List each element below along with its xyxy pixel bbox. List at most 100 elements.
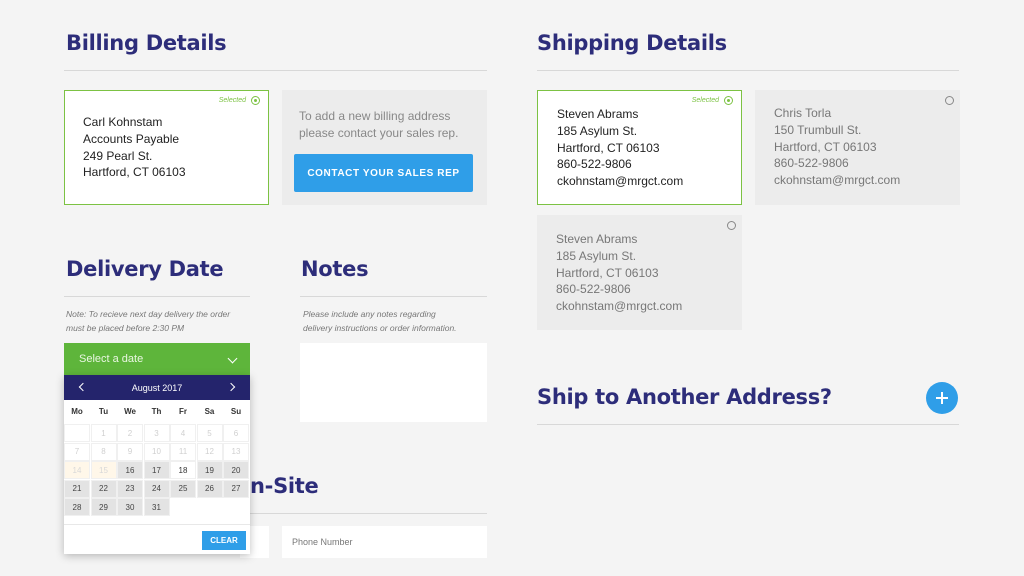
date-select[interactable]: Select a date — [64, 343, 250, 375]
calendar-day: 8 — [90, 442, 117, 461]
weekday-label: Th — [151, 406, 162, 416]
billing-title: Billing Details — [66, 31, 227, 55]
selected-label: Selected — [218, 97, 246, 104]
phone-number-input[interactable]: Phone Number — [282, 526, 487, 558]
radio-selected-icon[interactable] — [724, 96, 733, 105]
radio-unselected-icon[interactable] — [945, 96, 954, 105]
calendar-day[interactable]: 30 — [117, 498, 143, 516]
address-line: Hartford, CT 06103 — [83, 165, 186, 180]
delivery-divider — [64, 296, 250, 297]
hint-line: Please include any notes regarding — [303, 309, 436, 319]
calendar-day: 6 — [223, 424, 249, 442]
shipping-address-card[interactable]: Selected Steven Abrams 185 Asylum St. Ha… — [537, 90, 742, 205]
chevron-left-icon[interactable] — [78, 382, 88, 392]
billing-address: Carl Kohnstam Accounts Payable 249 Pearl… — [83, 114, 186, 181]
clear-date-button[interactable]: CLEAR — [202, 531, 246, 550]
calendar-day[interactable]: 21 — [64, 479, 90, 498]
address-line: 860-522-9806 — [557, 157, 632, 172]
calendar-day: 9 — [117, 442, 143, 461]
selected-label: Selected — [691, 97, 719, 104]
calendar-day[interactable]: 27 — [223, 479, 249, 498]
radio-selected-icon[interactable] — [251, 96, 260, 105]
selected-indicator: Selected — [692, 96, 733, 105]
weekday-label: Mo — [71, 406, 83, 416]
address-line: Hartford, CT 06103 — [556, 265, 659, 280]
add-address-button[interactable] — [926, 382, 958, 414]
weekday-label: Tu — [98, 406, 109, 416]
calendar-day[interactable]: 28 — [64, 498, 90, 516]
calendar-day[interactable]: 17 — [143, 461, 170, 479]
notes-textarea[interactable] — [300, 343, 487, 422]
address-line: ckohnstam@mrgct.com — [557, 174, 684, 189]
calendar-day: 13 — [223, 442, 249, 461]
calendar-day: 4 — [170, 424, 196, 442]
calendar-day[interactable]: 25 — [170, 479, 196, 498]
calendar-day: 2 — [117, 424, 143, 442]
calendar-day[interactable]: 31 — [143, 498, 170, 516]
address-line: Steven Abrams — [556, 232, 638, 246]
calendar-day: 12 — [196, 442, 223, 461]
calendar-day: 5 — [196, 424, 223, 442]
calendar-day[interactable]: 23 — [117, 479, 143, 498]
calendar-header: August 2017 — [64, 375, 250, 400]
address-line: Carl Kohnstam — [83, 115, 163, 129]
contact-sales-rep-button[interactable]: CONTACT YOUR SALES REP — [294, 154, 473, 192]
ship-another-title: Ship to Another Address? — [537, 385, 832, 409]
notes-title: Notes — [301, 257, 369, 281]
billing-divider — [64, 70, 487, 71]
calendar-day[interactable]: 19 — [196, 461, 223, 479]
calendar-day[interactable]: 20 — [223, 461, 249, 479]
billing-info-text: To add a new billing address please cont… — [299, 108, 458, 142]
billing-address-card[interactable]: Selected Carl Kohnstam Accounts Payable … — [64, 90, 269, 205]
delivery-title: Delivery Date — [66, 257, 224, 281]
chevron-right-icon[interactable] — [226, 382, 236, 392]
hint-line: delivery instructions or order informati… — [303, 322, 457, 333]
weekday-label: We — [124, 406, 136, 416]
address-line: 860-522-9806 — [774, 156, 849, 171]
calendar-day — [64, 424, 90, 442]
shipping-address-card[interactable]: Chris Torla 150 Trumbull St. Hartford, C… — [755, 90, 960, 205]
shipping-divider — [537, 70, 959, 71]
calendar-day: 1 — [90, 424, 117, 442]
address-line: Steven Abrams — [557, 107, 639, 121]
address-line: 185 Asylum St. — [557, 123, 638, 138]
shipping-address-card[interactable]: Steven Abrams 185 Asylum St. Hartford, C… — [537, 215, 742, 330]
weekday-label: Su — [230, 406, 242, 416]
address-line: Chris Torla — [774, 106, 832, 120]
onsite-divider — [250, 513, 487, 514]
address-line: Hartford, CT 06103 — [774, 139, 877, 154]
address-line: 249 Pearl St. — [83, 148, 153, 163]
onsite-title: n-Site — [250, 474, 319, 498]
address-line: ckohnstam@mrgct.com — [556, 299, 683, 314]
selected-indicator: Selected — [219, 96, 260, 105]
note-line: must be placed before 2:30 PM — [66, 322, 185, 333]
date-select-label: Select a date — [79, 353, 144, 365]
calendar-day: 10 — [143, 442, 170, 461]
radio-unselected-icon[interactable] — [727, 221, 736, 230]
calendar-day[interactable]: 24 — [143, 479, 170, 498]
calendar-day[interactable]: 29 — [90, 498, 117, 516]
shipping-address: Steven Abrams 185 Asylum St. Hartford, C… — [557, 106, 683, 190]
info-line: please contact your sales rep. — [299, 125, 459, 140]
calendar-day[interactable]: 18 — [170, 461, 196, 479]
weekday-label: Sa — [204, 406, 215, 416]
ship-another-divider — [537, 424, 959, 425]
note-line: Note: To recieve next day delivery the o… — [66, 309, 231, 319]
info-line: To add a new billing address — [299, 109, 451, 123]
calendar-day[interactable]: 16 — [117, 461, 143, 479]
shipping-address: Chris Torla 150 Trumbull St. Hartford, C… — [774, 105, 900, 189]
delivery-note: Note: To recieve next day delivery the o… — [66, 308, 230, 335]
address-line: Accounts Payable — [83, 131, 180, 146]
notes-hint: Please include any notes regarding deliv… — [303, 308, 457, 335]
calendar-day: 15 — [90, 461, 117, 479]
calendar-day: 7 — [64, 442, 90, 461]
calendar-day[interactable]: 26 — [196, 479, 223, 498]
calendar-day[interactable]: 22 — [90, 479, 117, 498]
shipping-address: Steven Abrams 185 Asylum St. Hartford, C… — [556, 231, 682, 315]
calendar-footer: CLEAR — [64, 524, 250, 554]
address-line: 150 Trumbull St. — [774, 122, 862, 137]
chevron-down-icon — [227, 353, 238, 364]
address-line: 185 Asylum St. — [556, 248, 637, 263]
calendar-day: 3 — [143, 424, 170, 442]
shipping-title: Shipping Details — [537, 31, 727, 55]
